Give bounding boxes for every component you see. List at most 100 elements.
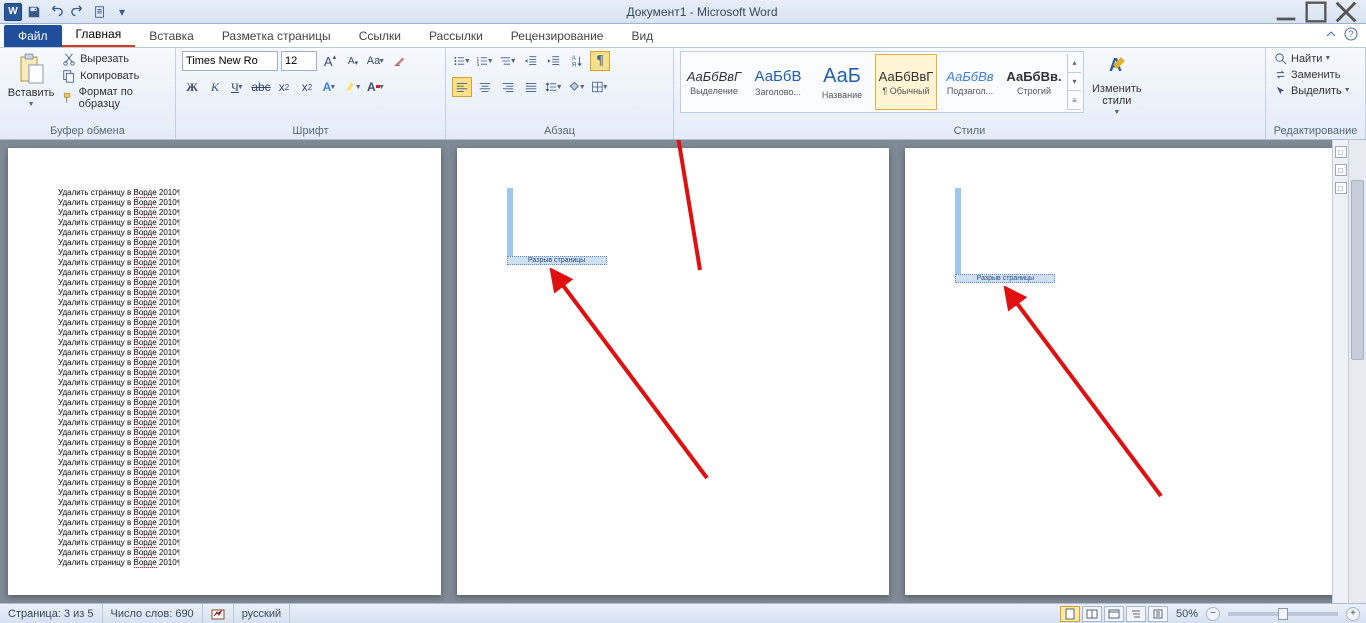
align-justify-button[interactable]: [521, 77, 541, 97]
zoom-slider[interactable]: [1228, 612, 1338, 616]
paste-button[interactable]: Вставить ▼: [6, 51, 56, 110]
close-button[interactable]: [1332, 3, 1360, 21]
group-styles-label: Стили: [680, 124, 1259, 137]
tab-references[interactable]: Ссылки: [345, 25, 415, 47]
shading-button[interactable]: ▼: [567, 77, 587, 97]
status-page[interactable]: Страница: 3 из 5: [0, 604, 103, 623]
minimize-button[interactable]: [1272, 3, 1300, 21]
view-outline-button[interactable]: [1126, 606, 1146, 622]
style-item-title[interactable]: АаБНазвание: [811, 54, 873, 110]
maximize-button[interactable]: [1302, 3, 1330, 21]
style-item-normal[interactable]: АаБбВвГ¶ Обычный: [875, 54, 937, 110]
ribbon-minimize-icon[interactable]: [1324, 27, 1338, 41]
cut-button[interactable]: Вырезать: [60, 51, 169, 67]
change-styles-button[interactable]: A Изменить стили ▼: [1088, 51, 1146, 118]
group-font-label: Шрифт: [182, 124, 439, 137]
qat-document-icon[interactable]: [90, 3, 110, 21]
view-draft-button[interactable]: [1148, 606, 1168, 622]
status-language[interactable]: русский: [234, 604, 290, 623]
style-item-subtitle[interactable]: АаБбВвПодзагол...: [939, 54, 1001, 110]
scrollbar-thumb[interactable]: [1351, 180, 1364, 360]
qat-dropdown-icon[interactable]: ▾: [112, 3, 132, 21]
save-icon[interactable]: [24, 3, 44, 21]
decrease-indent-button[interactable]: [521, 51, 541, 71]
change-case-button[interactable]: Aa▼: [366, 51, 386, 71]
subscript-button[interactable]: x2: [274, 77, 294, 97]
ribbon-tabs: Файл Главная Вставка Разметка страницы С…: [0, 24, 1366, 48]
paste-label: Вставить: [8, 87, 55, 99]
tab-home[interactable]: Главная: [62, 23, 136, 47]
status-word-count[interactable]: Число слов: 690: [103, 604, 203, 623]
underline-button[interactable]: Ч▼: [228, 77, 248, 97]
word-app-icon: W: [4, 3, 22, 21]
status-bar: Страница: 3 из 5 Число слов: 690 русский…: [0, 603, 1366, 623]
format-painter-button[interactable]: Формат по образцу: [60, 85, 169, 111]
select-button[interactable]: Выделить▼: [1272, 83, 1359, 98]
replace-button[interactable]: Заменить: [1272, 67, 1359, 82]
borders-button[interactable]: ▼: [590, 77, 610, 97]
align-left-button[interactable]: [452, 77, 472, 97]
multilevel-list-button[interactable]: ▼: [498, 51, 518, 71]
view-print-layout-button[interactable]: [1060, 606, 1080, 622]
sort-button[interactable]: AЯ: [567, 51, 587, 71]
change-styles-label: Изменить стили: [1092, 83, 1142, 107]
font-color-button[interactable]: A▼: [366, 77, 386, 97]
page-2[interactable]: Разрыв страницы: [457, 148, 890, 595]
font-size-input[interactable]: [281, 51, 317, 71]
window-title: Документ1 - Microsoft Word: [132, 5, 1272, 19]
clear-formatting-button[interactable]: [389, 51, 409, 71]
highlight-button[interactable]: ▼: [343, 77, 363, 97]
vertical-scrollbar[interactable]: [1348, 140, 1366, 603]
side-panel-item[interactable]: □: [1335, 182, 1347, 194]
undo-icon[interactable]: [46, 3, 66, 21]
italic-button[interactable]: К: [205, 77, 225, 97]
ribbon: Вставить ▼ Вырезать Копировать Формат по…: [0, 48, 1366, 140]
copy-button[interactable]: Копировать: [60, 68, 169, 84]
group-clipboard-label: Буфер обмена: [6, 124, 169, 137]
tab-file[interactable]: Файл: [4, 25, 62, 47]
style-gallery-scroll[interactable]: ▴▾≡: [1067, 54, 1081, 110]
align-right-button[interactable]: [498, 77, 518, 97]
text-effects-button[interactable]: A▼: [320, 77, 340, 97]
tab-page-layout[interactable]: Разметка страницы: [208, 25, 345, 47]
tab-insert[interactable]: Вставка: [135, 25, 208, 47]
shrink-font-button[interactable]: A▾: [343, 51, 363, 71]
side-panel-item[interactable]: □: [1335, 164, 1347, 176]
tab-view[interactable]: Вид: [617, 25, 667, 47]
grow-font-button[interactable]: A▴: [320, 51, 340, 71]
style-gallery: АаБбВвГВыделение АаБбВЗаголово... АаБНаз…: [680, 51, 1084, 113]
zoom-in-button[interactable]: +: [1346, 607, 1360, 621]
increase-indent-button[interactable]: [544, 51, 564, 71]
strikethrough-button[interactable]: abc: [251, 77, 271, 97]
group-clipboard: Вставить ▼ Вырезать Копировать Формат по…: [0, 48, 176, 139]
show-paragraph-marks-button[interactable]: ¶: [590, 51, 610, 71]
tab-review[interactable]: Рецензирование: [497, 25, 618, 47]
align-center-button[interactable]: [475, 77, 495, 97]
status-proofing[interactable]: [203, 604, 234, 623]
help-icon[interactable]: ?: [1344, 27, 1358, 41]
redo-icon[interactable]: [68, 3, 88, 21]
font-name-input[interactable]: [182, 51, 278, 71]
page-1[interactable]: Удалить страницу в Ворде 2010¶Удалить ст…: [8, 148, 441, 595]
page-break-marker: Разрыв страницы: [507, 256, 607, 265]
view-full-screen-button[interactable]: [1082, 606, 1102, 622]
zoom-percent[interactable]: 50%: [1176, 608, 1198, 620]
style-item-strong[interactable]: АаБбВв.Строгий: [1003, 54, 1065, 110]
document-area: Удалить страницу в Ворде 2010¶Удалить ст…: [0, 140, 1366, 603]
numbering-button[interactable]: 123▼: [475, 51, 495, 71]
bold-button[interactable]: Ж: [182, 77, 202, 97]
find-button[interactable]: Найти▼: [1272, 51, 1359, 66]
superscript-button[interactable]: x2: [297, 77, 317, 97]
line-spacing-button[interactable]: ▼: [544, 77, 564, 97]
style-item-emphasis[interactable]: АаБбВвГВыделение: [683, 54, 745, 110]
zoom-out-button[interactable]: −: [1206, 607, 1220, 621]
tab-mailings[interactable]: Рассылки: [415, 25, 497, 47]
view-web-layout-button[interactable]: [1104, 606, 1124, 622]
svg-text:Я: Я: [572, 61, 576, 68]
bullets-button[interactable]: ▼: [452, 51, 472, 71]
side-panel: □ □ □: [1332, 140, 1348, 603]
zoom-slider-thumb[interactable]: [1278, 608, 1288, 620]
page-3[interactable]: Разрыв страницы: [905, 148, 1338, 595]
side-panel-item[interactable]: □: [1335, 146, 1347, 158]
style-item-heading[interactable]: АаБбВЗаголово...: [747, 54, 809, 110]
